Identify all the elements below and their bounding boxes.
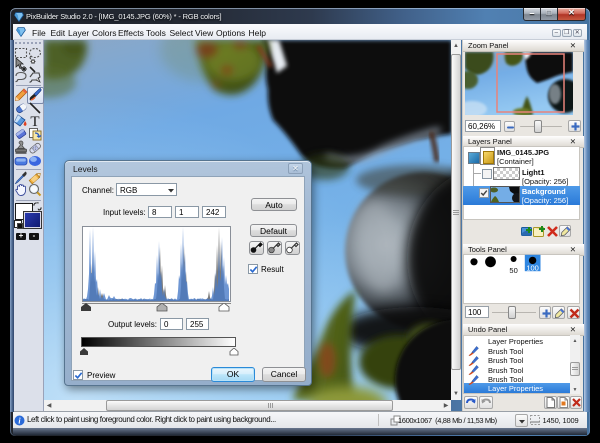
svg-text:50: 50	[509, 266, 517, 275]
svg-text:100: 100	[526, 263, 539, 272]
